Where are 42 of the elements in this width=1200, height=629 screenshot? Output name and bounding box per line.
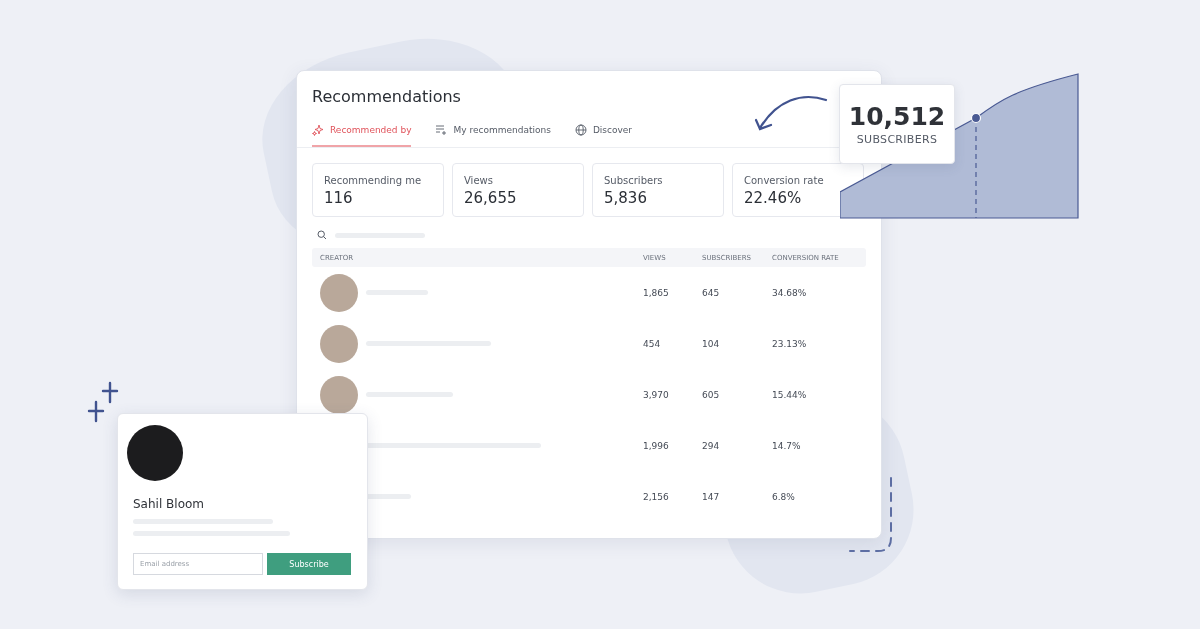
table-cell-text: 1,996 [643,440,670,451]
table-cell-text: 2,156 [643,491,670,502]
table-cell-text: 605 [702,389,721,400]
table-cell-text: 645 [702,287,721,298]
table-cell-text: 454 [643,338,662,349]
table-cell-text: 15.44% [772,389,808,400]
avatar [320,273,358,312]
stat-value: 5,836 [604,189,648,207]
avatar [320,375,358,414]
curved-arrow-icon [754,95,828,131]
table-cell-text: 34.68% [772,287,808,298]
globe-icon [574,124,587,136]
table-cell-text: 104 [702,338,721,349]
tab[interactable]: Discover [574,118,632,147]
dashed-bracket-icon [849,477,892,553]
avatar [320,324,358,363]
stat-label: Recommending me [324,175,423,186]
tab[interactable]: My recommendations [435,118,551,147]
table-cell-text: 294 [702,440,721,451]
stat-label: Subscribers [604,175,664,186]
table-cell-text: 147 [702,491,721,502]
table-cell-text: 1,865 [643,287,670,298]
panel-title: Recommendations [311,86,462,106]
tab[interactable]: Recommended by [312,118,412,147]
table-cell-text: 3,970 [643,389,670,400]
table-cell-text: 6.8% [772,491,796,502]
list-add-icon [435,124,448,136]
stat-value: 26,655 [464,189,518,207]
sparkle-crosses-icon [87,381,119,423]
sparkle-icon [312,124,324,136]
table-cell-text: 23.13% [772,338,808,349]
avatar [127,425,183,481]
tooltip-label: SUBSCRIBERS [856,133,938,146]
tooltip-value: 10,512 [848,102,946,131]
search-icon[interactable] [317,230,327,240]
stat-label: Conversion rate [744,175,825,186]
stat-label: Views [464,175,494,186]
table-cell-text: 14.7% [772,440,802,451]
profile-name: Sahil Bloom [133,497,205,511]
stat-value: 116 [324,189,354,207]
point-marker [970,112,982,124]
stat-value: 22.46% [744,189,803,207]
